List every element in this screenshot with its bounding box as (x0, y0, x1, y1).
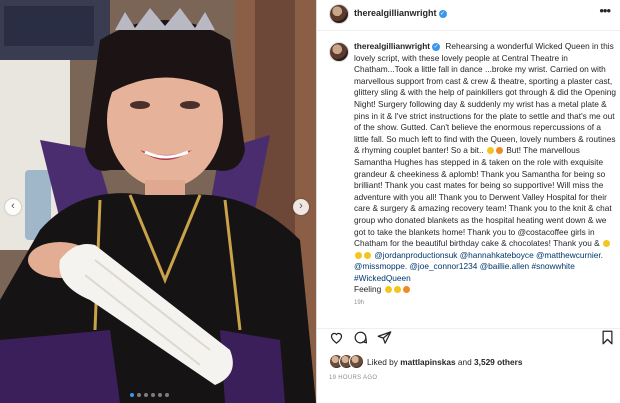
comments-area[interactable]: therealgillianwright ✓ Rehearsing a wonde… (317, 38, 620, 328)
face-icon (384, 286, 392, 294)
pensive-face-icon (486, 147, 494, 155)
avatar[interactable] (329, 4, 349, 24)
likes-count-link[interactable]: 3,529 others (474, 357, 522, 367)
carousel-dot (151, 393, 155, 397)
caption-mentions[interactable]: @jordanproductionsuk @hannahkateboyce @m… (354, 250, 603, 283)
liker-avatar[interactable] (349, 354, 364, 369)
action-bar (317, 330, 620, 348)
actions-divider (317, 328, 620, 329)
carousel-dot (144, 393, 148, 397)
caption-text-2: But! The marvellous Samantha Hughes has … (354, 145, 612, 249)
bookmark-icon[interactable] (601, 330, 617, 346)
caption-feeling: Feeling (354, 284, 382, 295)
comment-icon[interactable] (353, 330, 369, 346)
post-header: therealgillianwright ✓ ••• (317, 0, 620, 26)
face-icon (402, 286, 410, 294)
liked-by-user-link[interactable]: mattlapinskas (400, 357, 455, 367)
photo-illustration (0, 0, 316, 403)
carousel-next-button[interactable]: › (293, 199, 309, 215)
verified-badge-icon: ✓ (438, 9, 447, 18)
grimacing-face-icon (495, 147, 503, 155)
post-photo[interactable]: ‹ › (0, 0, 316, 403)
likes-row: Liked by mattlapinskas and 3,529 others (329, 354, 619, 370)
face-icon (393, 286, 401, 294)
clapping-hands-icon (355, 251, 362, 259)
carousel-dot (130, 393, 134, 397)
likes-and: and (457, 357, 472, 367)
header-username-text[interactable]: therealgillianwright (354, 8, 437, 18)
carousel-indicator (130, 393, 169, 399)
more-options-icon[interactable]: ••• (599, 3, 611, 18)
paper-plane-icon[interactable] (377, 330, 393, 346)
verified-badge-icon: ✓ (432, 42, 441, 51)
header-username[interactable]: therealgillianwright ✓ (354, 8, 447, 18)
carousel-dot (158, 393, 162, 397)
likes-prefix: Liked by (367, 357, 398, 367)
header-divider (317, 30, 620, 31)
carousel-prev-button[interactable]: ‹ (5, 199, 21, 215)
caption-username[interactable]: therealgillianwright ✓ (354, 41, 441, 51)
carousel-dot (165, 393, 169, 397)
post-caption: therealgillianwright ✓ Rehearsing a wonde… (354, 41, 616, 310)
post-timestamp[interactable]: 19 HOURS AGO (329, 375, 377, 381)
carousel-dot (137, 393, 141, 397)
clapping-hands-icon (602, 240, 610, 248)
post-details-panel: therealgillianwright ✓ ••• therealgillian… (317, 0, 620, 403)
caption-age: 19h (354, 300, 365, 307)
caption-text: Rehearsing a wonderful Wicked Queen in t… (354, 41, 616, 156)
likes-summary: Liked by mattlapinskas and 3,529 others (367, 357, 522, 367)
caption-username-text[interactable]: therealgillianwright (354, 41, 430, 51)
heart-icon[interactable] (329, 330, 345, 346)
avatar[interactable] (329, 42, 349, 62)
clapping-hands-icon (364, 251, 371, 259)
